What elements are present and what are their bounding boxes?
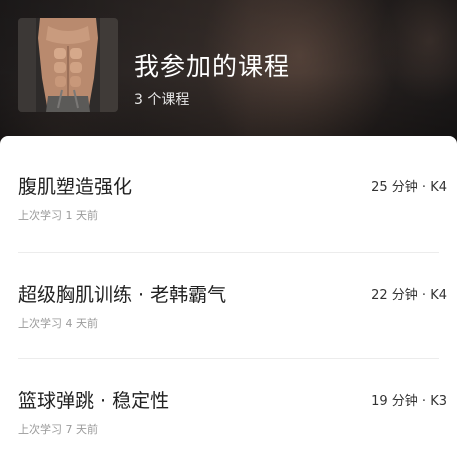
course-name: 超级胸肌训练 · 老韩霸气 xyxy=(18,284,227,306)
course-list: 腹肌塑造强化 25 分钟 · K4 上次学习 1 天前 超级胸肌训练 · 老韩霸… xyxy=(0,136,457,450)
course-duration-level: 19 分钟 · K3 xyxy=(371,394,447,409)
course-name: 篮球弹跳 · 稳定性 xyxy=(18,390,170,412)
course-last-studied: 上次学习 1 天前 xyxy=(18,209,98,222)
course-item[interactable]: 超级胸肌训练 · 老韩霸气 22 分钟 · K4 上次学习 4 天前 xyxy=(0,244,457,350)
page-title: 我参加的课程 xyxy=(134,52,291,81)
course-last-studied: 上次学习 7 天前 xyxy=(18,423,98,436)
course-header: 我参加的课程 3 个课程 xyxy=(0,0,457,146)
course-duration-level: 25 分钟 · K4 xyxy=(371,180,447,195)
course-duration-level: 22 分钟 · K4 xyxy=(371,288,447,303)
course-last-studied: 上次学习 4 天前 xyxy=(18,317,98,330)
course-cover-image xyxy=(18,18,118,112)
abs-muscle-photo xyxy=(18,18,118,112)
course-item[interactable]: 腹肌塑造强化 25 分钟 · K4 上次学习 1 天前 xyxy=(0,136,457,242)
course-item[interactable]: 篮球弹跳 · 稳定性 19 分钟 · K3 上次学习 7 天前 xyxy=(0,350,457,456)
course-count: 3 个课程 xyxy=(134,92,190,108)
course-name: 腹肌塑造强化 xyxy=(18,176,133,198)
